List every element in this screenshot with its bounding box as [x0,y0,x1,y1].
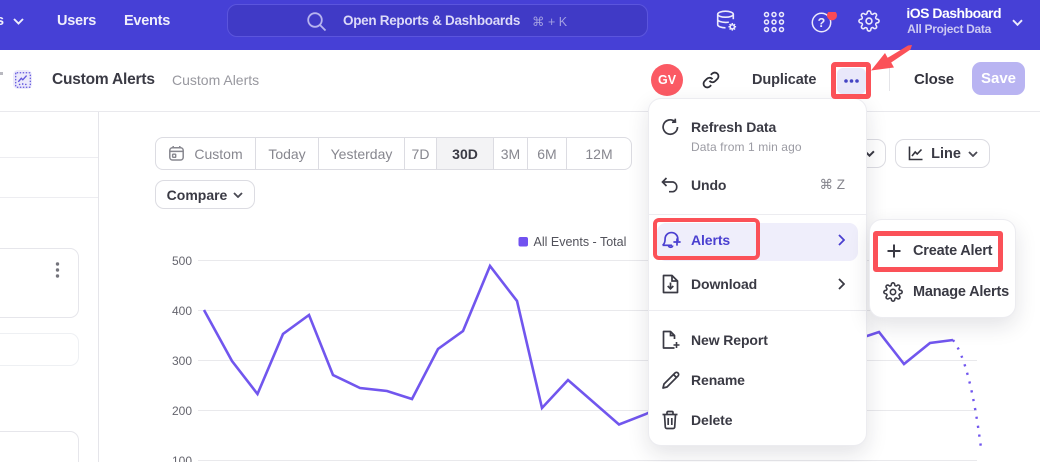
svg-text:All Events - Total: All Events - Total [534,235,627,249]
svg-text:500: 500 [172,254,192,268]
svg-text:100: 100 [172,454,192,462]
svg-text:400: 400 [172,304,192,318]
svg-text:200: 200 [172,404,192,418]
svg-text:300: 300 [172,354,192,368]
svg-text:?: ? [818,16,826,30]
